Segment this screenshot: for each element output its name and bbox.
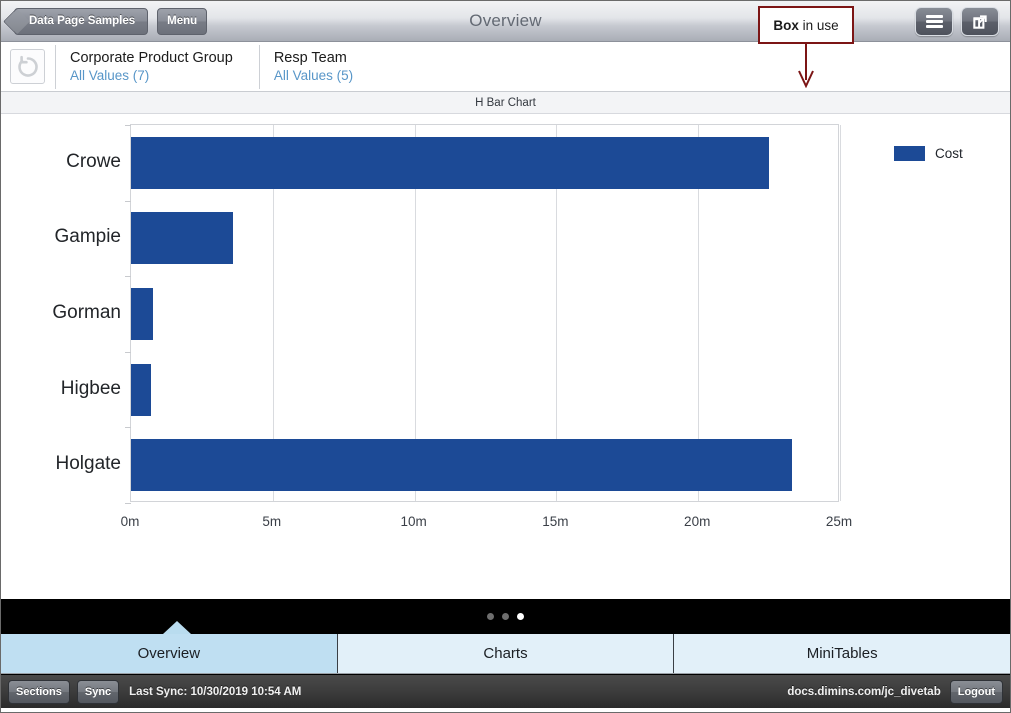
chart-x-axis-label: 0m [121, 514, 140, 529]
filter-value[interactable]: All Values (7) [70, 67, 233, 85]
status-bar: Sections Sync Last Sync: 10/30/2019 10:5… [1, 674, 1010, 708]
legend-swatch-cost [894, 146, 925, 161]
chart-area: Crowe Gampie Gorman Higbee Holgate 0m 5m 10m 15… [1, 114, 1010, 599]
chart-x-axis-label: 15m [542, 514, 568, 529]
title-bar: Data Page Samples Menu Overview [1, 1, 1010, 42]
chart-y-tick [125, 352, 131, 353]
chart-bar[interactable] [131, 212, 233, 264]
tab-bar: OverviewChartsMiniTables [1, 634, 1010, 674]
tab-overview[interactable]: Overview [1, 634, 338, 673]
active-tab-pointer [163, 621, 191, 634]
chart-y-axis-label: Crowe [66, 151, 121, 173]
chart-y-tick [125, 276, 131, 277]
tab-minitables[interactable]: MiniTables [674, 634, 1010, 673]
page-title: Overview [1, 11, 1010, 31]
chart-y-axis-label: Gampie [54, 226, 121, 248]
sync-button-label: Sync [85, 686, 111, 698]
chart-panel-title: H Bar Chart [475, 97, 536, 109]
app-window: Data Page Samples Menu Overview [0, 0, 1011, 713]
filter-title: Corporate Product Group [70, 49, 233, 67]
share-export-button[interactable] [961, 7, 999, 36]
chart-y-tick [125, 427, 131, 428]
sections-button[interactable]: Sections [8, 680, 70, 704]
status-bar-right: docs.dimins.com/jc_divetab Logout [787, 680, 1003, 704]
chart-plot-region [130, 124, 839, 502]
filter-title: Resp Team [274, 49, 353, 67]
annotation-bold-text: Box [773, 18, 799, 33]
last-sync-text: Last Sync: 10/30/2019 10:54 AM [129, 686, 301, 698]
chart-x-axis-label: 10m [400, 514, 426, 529]
annotation-rest-text: in use [799, 18, 839, 33]
chart-legend: Cost [894, 146, 963, 161]
chart-bar[interactable] [131, 439, 792, 491]
filter-resp-team[interactable]: Resp Team All Values (5) [259, 45, 369, 89]
chart-y-axis-label: Higbee [61, 378, 121, 400]
refresh-reset-button[interactable] [10, 49, 45, 84]
chart-y-axis-labels: Crowe Gampie Gorman Higbee Holgate [1, 124, 125, 502]
annotation-box-in-use: Box in use [758, 6, 854, 44]
page-dot[interactable] [487, 613, 494, 620]
sync-button[interactable]: Sync [77, 680, 119, 704]
back-button-label: Data Page Samples [29, 15, 135, 27]
page-dot[interactable] [517, 613, 524, 620]
logout-button-label: Logout [958, 686, 995, 698]
tab-charts[interactable]: Charts [338, 634, 675, 673]
chart-x-axis-label: 25m [826, 514, 852, 529]
down-arrow-annotation-icon [797, 44, 815, 88]
filter-value[interactable]: All Values (5) [274, 67, 353, 85]
logout-button[interactable]: Logout [950, 680, 1003, 704]
chart-x-axis-label: 20m [684, 514, 710, 529]
sections-button-label: Sections [16, 686, 62, 698]
chart-bar[interactable] [131, 137, 769, 189]
filter-corporate-product-group[interactable]: Corporate Product Group All Values (7) [55, 45, 249, 89]
chart-y-axis-label: Holgate [56, 453, 122, 475]
page-dot[interactable] [502, 613, 509, 620]
hamburger-icon [926, 12, 943, 30]
title-bar-actions [915, 7, 999, 36]
chart-bar[interactable] [131, 364, 151, 416]
chart-y-tick [125, 125, 131, 126]
chart-gridline [840, 125, 841, 501]
legend-label-cost: Cost [935, 146, 963, 161]
chart-panel-header: H Bar Chart [1, 92, 1010, 114]
chart-y-tick [125, 201, 131, 202]
server-url-text: docs.dimins.com/jc_divetab [787, 686, 940, 698]
filter-bar: Corporate Product Group All Values (7) R… [1, 42, 1010, 92]
page-dots[interactable] [1, 613, 1010, 620]
chart-bar[interactable] [131, 288, 153, 340]
hamburger-menu-button[interactable] [915, 7, 953, 36]
chart-y-axis-label: Gorman [52, 302, 121, 324]
refresh-reset-icon [15, 54, 41, 80]
chart-x-axis-label: 5m [262, 514, 281, 529]
share-export-icon [971, 12, 990, 31]
page-indicator-bar [1, 599, 1010, 634]
chart-y-tick [125, 503, 131, 504]
